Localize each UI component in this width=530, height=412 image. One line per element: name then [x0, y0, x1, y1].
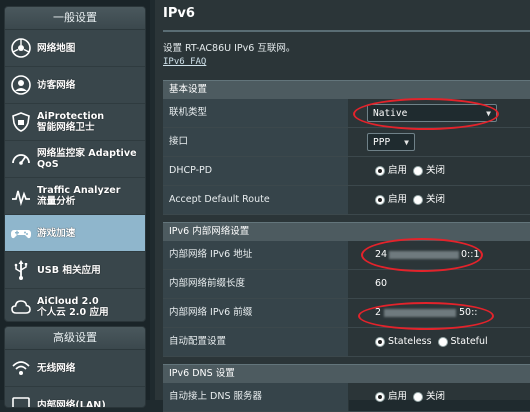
- usb-icon: [14, 260, 28, 280]
- advanced-settings-header: 高级设置: [5, 327, 145, 350]
- enable-label: 启用: [388, 194, 408, 205]
- lan-ipv6-address-label: 内部网络 IPv6 地址: [163, 241, 349, 269]
- lan-icon: [12, 397, 30, 407]
- ipv6-lan-settings-header: IPv6 内部网络设置: [163, 222, 530, 241]
- sidebar-item-label: 无线网络: [37, 362, 76, 374]
- sidebar-item-label: 内部网络(LAN): [37, 399, 106, 408]
- disable-label: 关闭: [426, 194, 446, 205]
- network-map-icon: [11, 38, 31, 58]
- lan-prefix-length-label: 内部网络前缀长度: [163, 270, 349, 298]
- auto-dns-label: 自动接上 DNS 服务器: [163, 383, 349, 411]
- chevron-down-icon: ▼: [404, 138, 409, 147]
- sidebar-item-label: Traffic Analyzer 流量分析: [37, 185, 121, 207]
- sidebar-item-label: 网络地图: [37, 42, 76, 54]
- ipv6-faq-link[interactable]: IPv6 FAQ: [163, 57, 206, 67]
- connection-type-select[interactable]: Native ▼: [367, 104, 497, 122]
- title-divider: [163, 30, 530, 32]
- stateful-label: Stateful: [450, 336, 488, 347]
- sidebar-item-label: 网络监控家 Adaptive QoS: [37, 148, 137, 170]
- auto-config-label: 自动配置设置: [163, 328, 349, 356]
- lan-prefix-length-row: 内部网络前缀长度 60: [163, 270, 530, 299]
- lan-ipv6-prefix-value: 2 50::: [375, 299, 485, 327]
- stateful-radio[interactable]: [437, 337, 448, 347]
- sidebar-item-label: USB 相关应用: [37, 264, 101, 276]
- auto-config-row: 自动配置设置 Stateless Stateful: [163, 328, 530, 357]
- dhcp-pd-label: DHCP-PD: [163, 157, 349, 185]
- lan-address-start: 24: [375, 249, 388, 260]
- lan-prefix-length-value: 60: [375, 278, 388, 289]
- auto-dns-row: 自动接上 DNS 服务器 启用 关闭: [163, 383, 530, 412]
- dhcp-pd-enable-radio[interactable]: [375, 166, 385, 176]
- basic-settings-header: 基本设置: [163, 80, 530, 99]
- connection-type-value: Native: [373, 108, 408, 119]
- dhcp-pd-disable-radio[interactable]: [413, 166, 424, 176]
- sidebar-item-label: 访客网络: [37, 79, 76, 91]
- sidebar-item-wireless[interactable]: 无线网络: [5, 350, 145, 387]
- sidebar-item-network-map[interactable]: 网络地图: [5, 30, 145, 67]
- stateless-radio[interactable]: [375, 337, 385, 347]
- aicloud-icon: [11, 300, 31, 314]
- sidebar-item-label: 游戏加速: [37, 227, 76, 239]
- sidebar-item-game-boost[interactable]: 游戏加速: [5, 215, 145, 252]
- lan-ipv6-prefix-row: 内部网络 IPv6 前缀 2 50::: [163, 299, 530, 328]
- enable-label: 启用: [388, 391, 408, 402]
- main-content: IPv6 设置 RT-AC86U IPv6 互联网。 IPv6 FAQ 基本设置…: [155, 0, 530, 412]
- ipv6-dns-settings-header: IPv6 DNS 设置: [163, 364, 530, 383]
- sidebar-item-adaptive-qos[interactable]: 网络监控家 Adaptive QoS: [5, 141, 145, 178]
- disable-label: 关闭: [426, 165, 446, 176]
- interface-label: 接口: [163, 128, 349, 156]
- dhcp-pd-row: DHCP-PD 启用 关闭: [163, 157, 530, 186]
- chevron-down-icon: ▼: [486, 109, 491, 118]
- lan-address-end: 0::1: [461, 249, 480, 260]
- redacted-area: [389, 251, 459, 259]
- disable-label: 关闭: [426, 391, 446, 402]
- sidebar-item-usb[interactable]: USB 相关应用: [5, 252, 145, 289]
- sidebar-item-label: AiCloud 2.0 个人云 2.0 应用: [37, 296, 109, 318]
- enable-label: 启用: [388, 165, 408, 176]
- wireless-icon: [12, 361, 30, 375]
- connection-type-label: 联机类型: [163, 99, 349, 127]
- accept-default-route-label: Accept Default Route: [163, 186, 349, 214]
- dhcp-pd-radio-group: 启用 关闭: [375, 157, 451, 185]
- sidebar-item-guest-network[interactable]: 访客网络: [5, 67, 145, 104]
- lan-prefix-start: 2: [375, 307, 382, 318]
- stateless-label: Stateless: [388, 336, 432, 347]
- accept-route-enable-radio[interactable]: [375, 195, 385, 205]
- sidebar: 一般设置 网络地图 访客网络 AiProtection 智能网络卫士 网络监控家…: [0, 0, 150, 408]
- lan-ipv6-address-row: 内部网络 IPv6 地址 24 0::1: [163, 241, 530, 270]
- sidebar-item-traffic-analyzer[interactable]: Traffic Analyzer 流量分析: [5, 178, 145, 215]
- lan-ipv6-address-value: 24 0::1: [375, 241, 485, 269]
- redacted-area: [384, 309, 456, 317]
- general-settings-header: 一般设置: [5, 7, 145, 30]
- guest-network-icon: [11, 75, 31, 95]
- auto-dns-radio-group: 启用 关闭: [375, 383, 451, 411]
- accept-default-route-row: Accept Default Route 启用 关闭: [163, 186, 530, 215]
- sidebar-item-aicloud[interactable]: AiCloud 2.0 个人云 2.0 应用: [5, 289, 145, 321]
- lan-ipv6-prefix-label: 内部网络 IPv6 前缀: [163, 299, 349, 327]
- auto-dns-enable-radio[interactable]: [375, 392, 385, 402]
- interface-row: 接口 PPP ▼: [163, 128, 530, 157]
- aiprotection-icon: [12, 112, 30, 132]
- auto-dns-disable-radio[interactable]: [413, 392, 424, 402]
- page-description: 设置 RT-AC86U IPv6 互联网。: [163, 43, 296, 54]
- sidebar-item-aiprotection[interactable]: AiProtection 智能网络卫士: [5, 104, 145, 141]
- traffic-analyzer-icon: [12, 190, 30, 207]
- auto-config-radio-group: Stateless Stateful: [375, 328, 494, 356]
- connection-type-row: 联机类型 Native ▼: [163, 99, 530, 128]
- accept-route-disable-radio[interactable]: [413, 195, 424, 205]
- interface-value: PPP: [373, 137, 391, 148]
- advanced-settings-panel: 高级设置 无线网络 内部网络(LAN): [4, 326, 146, 408]
- adaptive-qos-icon: [12, 154, 30, 165]
- game-boost-icon: [11, 230, 31, 239]
- general-settings-panel: 一般设置 网络地图 访客网络 AiProtection 智能网络卫士 网络监控家…: [4, 6, 146, 322]
- sidebar-item-label: AiProtection 智能网络卫士: [37, 111, 105, 133]
- lan-prefix-end: 50::: [459, 307, 478, 318]
- accept-route-radio-group: 启用 关闭: [375, 186, 451, 214]
- sidebar-item-lan[interactable]: 内部网络(LAN): [5, 387, 145, 408]
- interface-select[interactable]: PPP ▼: [367, 133, 415, 151]
- page-title: IPv6: [163, 6, 195, 21]
